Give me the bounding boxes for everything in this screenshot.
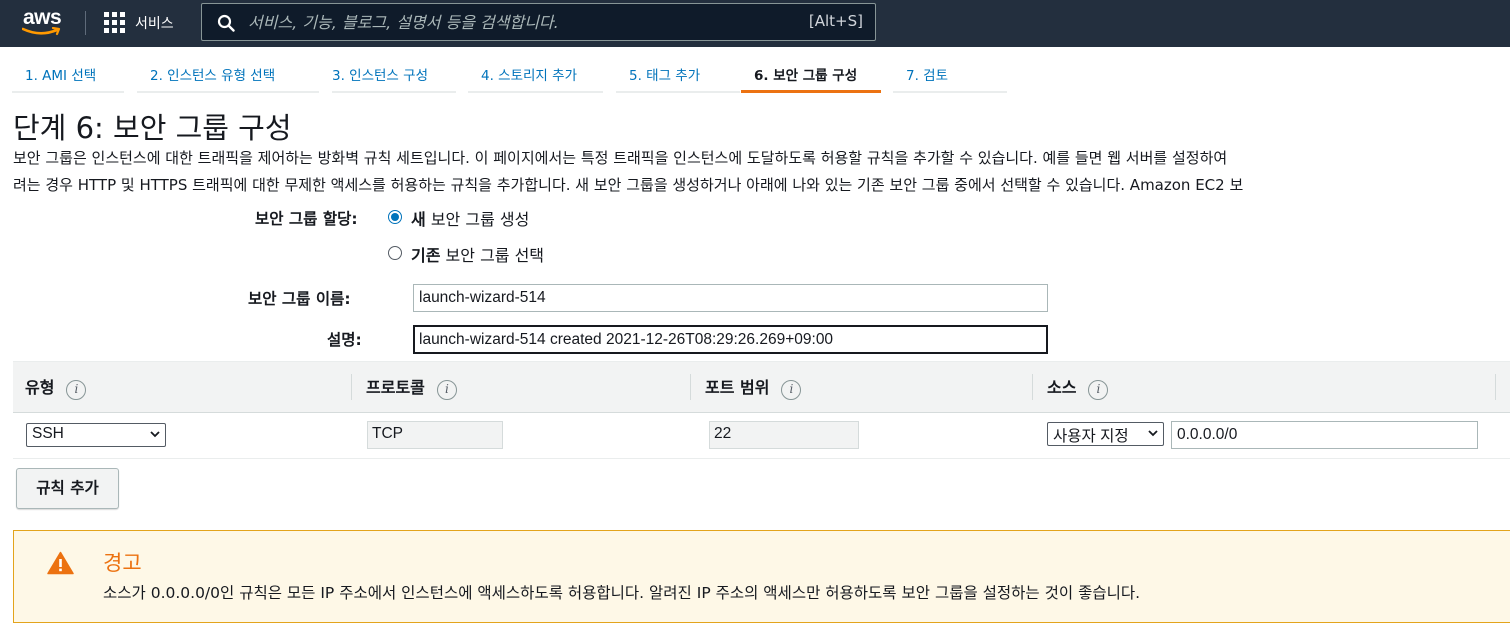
security-group-description-label: 설명: [327,331,362,349]
step-choose-instance-type[interactable]: 2. 인스턴스 유형 선택 [137,55,319,93]
column-divider [1495,374,1496,400]
search-icon [217,14,235,32]
nav-divider [85,11,86,35]
grid-icon[interactable] [104,12,126,34]
column-source-label: 소스 [1047,378,1077,397]
aws-logo-text: aws [23,6,62,29]
rule-port-range-value: 22 [714,425,732,442]
chevron-down-icon [150,431,160,438]
warning-message: 소스가 0.0.0.0/0인 규칙은 모든 IP 주소에서 인스턴스에 액세스하… [103,584,1141,602]
column-type: 유형 i [25,374,87,400]
security-group-name-label: 보안 그룹 이름: [248,290,351,308]
step-configure-security-group[interactable]: 6. 보안 그룹 구성 [741,55,881,93]
column-port-range: 포트 범위 i [705,374,802,400]
page-title: 단계 6: 보안 그룹 구성 [13,111,292,145]
info-icon[interactable]: i [66,380,87,400]
step-configure-instance[interactable]: 3. 인스턴스 구성 [332,55,456,93]
rule-port-range-field: 22 [709,421,859,449]
rule-protocol-value: TCP [372,425,403,442]
radio-new-label-rest: 보안 그룹 생성 [425,210,530,229]
radio-existing-label-bold: 기존 [411,246,441,265]
info-icon[interactable]: i [781,380,802,400]
rule-type-select[interactable]: SSH [26,423,166,447]
column-divider [351,374,352,400]
warning-alert: 경고 소스가 0.0.0.0/0인 규칙은 모든 IP 주소에서 인스턴스에 액… [13,530,1510,623]
description-line-2: 려는 경우 HTTP 및 HTTPS 트래픽에 대한 무제한 액세스를 허용하는… [13,176,1244,194]
rule-type-value: SSH [32,425,64,442]
column-divider [690,374,691,400]
aws-logo[interactable]: aws [22,6,64,36]
column-type-label: 유형 [25,378,55,397]
column-source: 소스 i [1047,374,1109,400]
description-line-1: 보안 그룹은 인스턴스에 대한 트래픽을 제어하는 방화벽 규칙 세트입니다. … [13,149,1228,167]
step-add-tags[interactable]: 5. 태그 추가 [616,55,740,93]
services-menu-button[interactable]: 서비스 [135,13,174,33]
security-group-name-input[interactable] [413,284,1048,312]
step-review[interactable]: 7. 검토 [893,55,1007,93]
info-icon[interactable]: i [1088,380,1109,400]
column-port-range-label: 포트 범위 [705,378,770,397]
search-input[interactable] [248,8,788,36]
rule-protocol-field: TCP [367,421,503,449]
rule-row: SSH TCP 22 사용자 지정 [13,413,1510,459]
rules-table-header: 유형 i 프로토콜 i 포트 범위 i 소스 i [13,361,1510,413]
assign-security-group-label: 보안 그룹 할당: [255,210,358,228]
chevron-down-icon [1147,427,1159,439]
rule-source-cidr-input[interactable] [1171,421,1478,449]
aws-smile-icon [22,27,61,36]
add-rule-button[interactable]: 규칙 추가 [16,468,119,509]
security-group-description-input[interactable] [413,325,1048,354]
radio-new-label[interactable]: 새 보안 그룹 생성 [411,206,529,230]
rule-source-type-value: 사용자 지정 [1053,428,1129,445]
warning-title: 경고 [103,551,142,575]
column-protocol-label: 프로토콜 [366,378,425,397]
step-choose-ami[interactable]: 1. AMI 선택 [12,55,124,93]
rule-source-type-select[interactable]: 사용자 지정 [1047,422,1164,446]
warning-icon [47,551,74,575]
column-protocol: 프로토콜 i [366,374,457,400]
radio-existing-security-group[interactable] [388,246,402,260]
page-description: 보안 그룹은 인스턴스에 대한 트래픽을 제어하는 방화벽 규칙 세트입니다. … [13,145,1510,199]
step-add-storage[interactable]: 4. 스토리지 추가 [468,55,603,93]
search-box[interactable]: [Alt+S] [201,3,876,41]
column-divider [1032,374,1033,400]
radio-new-security-group[interactable] [388,210,402,224]
radio-existing-label-rest: 보안 그룹 선택 [440,246,545,265]
search-shortcut-hint: [Alt+S] [808,12,863,30]
radio-new-label-bold: 새 [411,210,426,229]
top-navigation-bar: aws 서비스 [Alt+S] [0,0,1510,47]
radio-existing-label[interactable]: 기존 보안 그룹 선택 [411,242,544,266]
info-icon[interactable]: i [436,380,457,400]
